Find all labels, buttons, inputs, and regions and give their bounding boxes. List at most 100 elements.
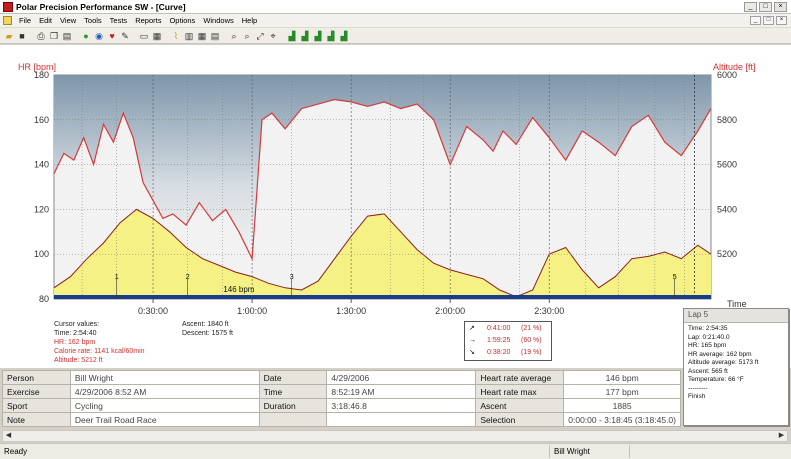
heart-icon[interactable]: ♥ xyxy=(106,30,118,42)
scroll-left-icon[interactable]: ◀ xyxy=(3,431,14,441)
sync-icon[interactable]: ● xyxy=(80,30,92,42)
info-value: 1885 xyxy=(563,398,681,413)
info-row: Exercise 4/29/2006 8:52 AM Time 8:52:19 AM H… xyxy=(2,384,681,399)
maximize-button[interactable]: □ xyxy=(759,2,772,12)
lap-marker-label: 1 xyxy=(115,274,119,281)
cursor-time: Time: 2:54:40 xyxy=(54,330,97,337)
table-icon[interactable]: ▦ xyxy=(196,30,208,42)
lap-marker-label: 2 xyxy=(186,274,190,281)
lap-marker-label: 3 xyxy=(290,274,294,281)
chart-4-icon[interactable]: ▟ xyxy=(325,30,337,42)
status-empty xyxy=(630,445,690,458)
zone-row-down: ↘ 0:38:20 (19 %) xyxy=(469,347,547,359)
menu-tests[interactable]: Tests xyxy=(106,16,132,25)
lap-title: Lap 5 xyxy=(684,309,788,323)
child-restore-button[interactable]: □ xyxy=(763,16,774,25)
lap-line: HR: 165 bpm xyxy=(688,342,727,349)
exercise-info-table: Person Bill Wright Date 4/29/2006 Heart rate… xyxy=(2,370,681,427)
info-label: Sport xyxy=(2,398,71,413)
child-close-button[interactable]: × xyxy=(776,16,787,25)
x-tick-label: 1:30:00 xyxy=(336,306,366,316)
info-label: Time xyxy=(258,384,328,399)
zone-percent: (21 %) xyxy=(521,325,542,332)
lap-line: Finish xyxy=(688,393,706,400)
app-window: Polar Precision Performance SW - [Curve]… xyxy=(0,0,791,459)
x-tick-label: 0:30:00 xyxy=(138,306,168,316)
lap-marker-label: 5 xyxy=(673,274,677,281)
chart-5-icon[interactable]: ▟ xyxy=(338,30,350,42)
toolbar: ▰ ■ ⎙ ❐ ▤ ● ◉ ♥ ✎ ▭ ▦ ⌇ ▥ ▦ ▤ ⌕ ⌕ ⤢ ⌖ ▟ … xyxy=(0,28,791,44)
y-right-tick-label: 5600 xyxy=(717,160,737,170)
lap-line: Ascent: 565 ft xyxy=(688,367,728,375)
x-tick-label: 2:30:00 xyxy=(534,306,564,316)
chart-2-icon[interactable]: ▟ xyxy=(299,30,311,42)
x-tick-label: 1:00:00 xyxy=(237,306,267,316)
menu-view[interactable]: View xyxy=(56,16,80,25)
info-label: Note xyxy=(2,412,71,427)
calendar-icon[interactable]: ▦ xyxy=(151,30,163,42)
info-value: 3:18:46.8 xyxy=(326,398,477,413)
open-folder-icon[interactable]: ▰ xyxy=(3,30,15,42)
lap-line: Lap: 0:21:40.0 xyxy=(688,333,730,341)
info-value: 146 bpm xyxy=(563,370,681,385)
chart-1-icon[interactable]: ▟ xyxy=(286,30,298,42)
cursor-calorie-rate: Calorie rate: 1141 kcal/60min xyxy=(54,348,145,355)
cursor-altitude: Altitude: 5212 ft xyxy=(54,357,103,364)
lap-line: HR average: 162 bpm xyxy=(688,350,752,358)
lap-details: Time: 2:54:35 Lap: 0:21:40.0 HR: 165 bpm HR… xyxy=(684,323,788,404)
chart-3-icon[interactable]: ▟ xyxy=(312,30,324,42)
menu-tools[interactable]: Tools xyxy=(80,16,106,25)
child-minimize-button[interactable]: _ xyxy=(750,16,761,25)
menu-help[interactable]: Help xyxy=(238,16,261,25)
marker-icon[interactable]: ⌖ xyxy=(267,30,279,42)
arrow-up-right-icon: ↗ xyxy=(469,325,475,332)
tool-icon[interactable]: ✎ xyxy=(119,30,131,42)
minimize-button[interactable]: _ xyxy=(744,2,757,12)
horizontal-scrollbar[interactable]: ◀ ▶ xyxy=(2,430,788,442)
lap-line: Altitude average: 5173 ft xyxy=(688,359,759,366)
scroll-right-icon[interactable]: ▶ xyxy=(776,431,787,441)
zone-strip xyxy=(54,295,711,299)
menu-windows[interactable]: Windows xyxy=(199,16,237,25)
y-left-tick-label: 140 xyxy=(34,160,49,170)
slope-zones-box: ↗ 0:41:00 (21 %) → 1:59:25 (60 %) ↘ 0:38… xyxy=(464,321,552,361)
app-icon xyxy=(3,1,13,12)
print-icon[interactable]: ⎙ xyxy=(35,30,47,42)
close-button[interactable]: × xyxy=(774,2,787,12)
zone-row-flat: → 1:59:25 (60 %) xyxy=(469,335,547,347)
info-label xyxy=(258,412,328,427)
scale-icon[interactable]: ⤢ xyxy=(254,30,266,42)
menu-options[interactable]: Options xyxy=(165,16,199,25)
globe-icon[interactable]: ◉ xyxy=(93,30,105,42)
hr-average-label: 146 bpm xyxy=(223,285,254,294)
save-icon[interactable]: ■ xyxy=(16,30,28,42)
copy-icon[interactable]: ❐ xyxy=(48,30,60,42)
zone-time: 0:38:20 xyxy=(487,349,511,356)
paste-icon[interactable]: ▤ xyxy=(61,30,73,42)
info-label: Ascent xyxy=(475,398,565,413)
zoom-in-icon[interactable]: ⌕ xyxy=(228,30,240,42)
zone-time: 1:59:25 xyxy=(487,337,511,344)
document-icon xyxy=(3,16,12,25)
window-title: Polar Precision Performance SW - [Curve] xyxy=(16,1,186,12)
arrow-down-right-icon: ↘ xyxy=(469,349,475,356)
window-icon[interactable]: ▭ xyxy=(138,30,150,42)
y-right-tick-label: 5400 xyxy=(717,204,737,214)
bar-chart-icon[interactable]: ▥ xyxy=(183,30,195,42)
ascent-value: Ascent: 1840 ft xyxy=(182,321,229,328)
info-value: 4/29/2006 8:52 AM xyxy=(69,384,260,399)
y-left-tick-label: 120 xyxy=(34,204,49,214)
info-label: Selection xyxy=(475,412,565,427)
y-right-tick-label: 5800 xyxy=(717,115,737,125)
zone-row-up: ↗ 0:41:00 (21 %) xyxy=(469,323,547,335)
cursor-hr: HR: 162 bpm xyxy=(54,339,96,346)
menu-reports[interactable]: Reports xyxy=(131,16,165,25)
info-label: Heart rate max xyxy=(475,384,565,399)
y-left-tick-label: 160 xyxy=(34,115,49,125)
info-row: Person Bill Wright Date 4/29/2006 Heart rate… xyxy=(2,370,681,385)
grid-icon[interactable]: ▤ xyxy=(209,30,221,42)
menu-file[interactable]: File xyxy=(15,16,35,25)
curve-icon[interactable]: ⌇ xyxy=(170,30,182,42)
zoom-out-icon[interactable]: ⌕ xyxy=(241,30,253,42)
menu-edit[interactable]: Edit xyxy=(35,16,56,25)
